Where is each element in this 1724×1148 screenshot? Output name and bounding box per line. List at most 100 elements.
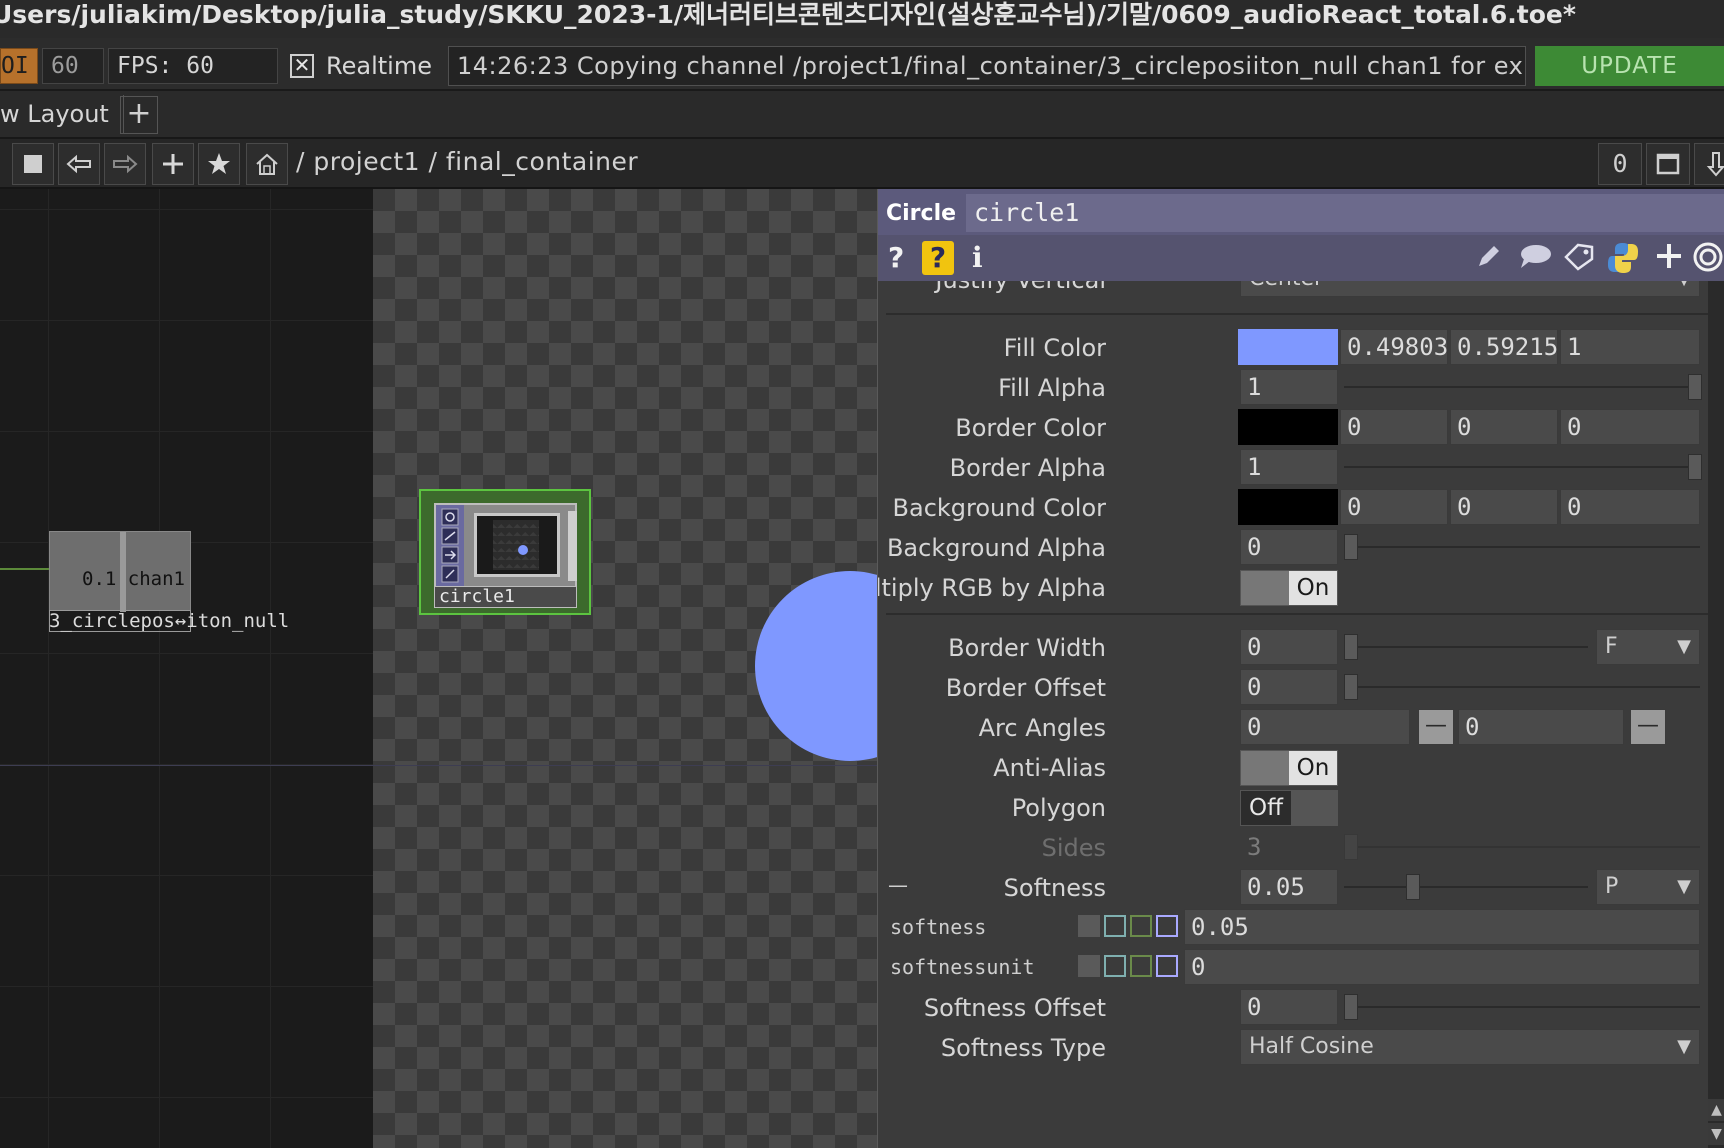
border-offset-slider-handle[interactable] bbox=[1344, 674, 1358, 700]
border-color-r[interactable]: 0 bbox=[1340, 409, 1448, 445]
border-alpha-slider[interactable] bbox=[1344, 466, 1700, 468]
background-color-r[interactable]: 0 bbox=[1340, 489, 1448, 525]
border-alpha-slider-handle[interactable] bbox=[1688, 454, 1702, 480]
softness-offset-slider-handle[interactable] bbox=[1344, 994, 1358, 1020]
param-label: Softness Type bbox=[940, 1034, 1106, 1062]
cook-rate-field[interactable]: 60 bbox=[42, 48, 104, 84]
background-color-swatch[interactable] bbox=[1238, 489, 1338, 525]
justify-vertical-menu[interactable]: Center ▼ bbox=[1240, 281, 1700, 297]
softnessunit-expression-field[interactable]: 0 bbox=[1184, 949, 1700, 985]
background-color-b[interactable]: 0 bbox=[1560, 489, 1700, 525]
param-label: Border Alpha bbox=[949, 454, 1106, 482]
constant-mode-icon[interactable] bbox=[1078, 955, 1100, 977]
border-color-swatch[interactable] bbox=[1238, 409, 1338, 445]
expr-row-softnessunit: softnessunit 0 bbox=[878, 949, 1708, 985]
null-node[interactable]: 0.1 chan1 bbox=[49, 531, 191, 612]
info-icon[interactable]: i bbox=[972, 241, 983, 275]
background-alpha-slider[interactable] bbox=[1344, 546, 1700, 548]
panel-scrollbar[interactable] bbox=[1708, 281, 1724, 1148]
tag-icon[interactable] bbox=[1562, 241, 1596, 275]
node-output-connector[interactable] bbox=[568, 511, 577, 581]
border-color-g[interactable]: 0 bbox=[1450, 409, 1558, 445]
circle-top-node[interactable]: circle1 bbox=[419, 489, 591, 615]
circle-node-name[interactable]: circle1 bbox=[434, 586, 577, 608]
download-arrow-icon[interactable] bbox=[1694, 143, 1724, 185]
update-button[interactable]: UPDATE bbox=[1535, 46, 1724, 86]
add-icon[interactable] bbox=[152, 143, 194, 185]
home-icon[interactable] bbox=[246, 143, 288, 185]
background-alpha-field[interactable]: 0 bbox=[1240, 529, 1338, 565]
border-alpha-field[interactable]: 1 bbox=[1240, 449, 1338, 485]
softness-slider-handle[interactable] bbox=[1406, 874, 1420, 900]
maximize-icon[interactable] bbox=[1646, 143, 1690, 185]
oi-indicator[interactable]: OI bbox=[0, 48, 38, 84]
expression-mode-icon[interactable] bbox=[1104, 955, 1126, 977]
circle-preview bbox=[755, 571, 877, 761]
param-label: Background Color bbox=[892, 494, 1106, 522]
export-mode-icon[interactable] bbox=[1130, 955, 1152, 977]
background-color-g[interactable]: 0 bbox=[1450, 489, 1558, 525]
realtime-checkbox[interactable]: ✕ bbox=[290, 54, 314, 78]
nav-value-field[interactable]: 0 bbox=[1598, 143, 1642, 185]
fill-color-g[interactable]: 0.59215 bbox=[1450, 329, 1558, 365]
fill-color-swatch[interactable] bbox=[1238, 329, 1338, 365]
layout-tab[interactable]: w Layout bbox=[0, 95, 124, 133]
export-mode-icon[interactable] bbox=[1130, 915, 1152, 937]
operator-help-icon[interactable]: ? bbox=[922, 241, 954, 275]
python-icon[interactable] bbox=[1606, 241, 1640, 275]
fill-alpha-slider-handle[interactable] bbox=[1688, 374, 1702, 400]
border-width-slider-handle[interactable] bbox=[1344, 634, 1358, 660]
comment-bubble-icon[interactable] bbox=[1518, 241, 1552, 275]
network-editor[interactable] bbox=[0, 189, 373, 1148]
constant-mode-icon[interactable] bbox=[1078, 915, 1100, 937]
menu-value: F bbox=[1605, 634, 1618, 659]
bind-mode-icon[interactable] bbox=[1156, 955, 1178, 977]
scroll-down-icon[interactable]: ▼ bbox=[1708, 1123, 1724, 1145]
null-node-name[interactable]: 3_circlepos↔iton_null bbox=[49, 610, 289, 632]
operator-name-field[interactable]: circle1 bbox=[966, 194, 1724, 232]
back-arrow-icon[interactable] bbox=[58, 143, 100, 185]
border-color-b[interactable]: 0 bbox=[1560, 409, 1700, 445]
polygon-toggle[interactable]: Off bbox=[1240, 790, 1338, 826]
arc-angle-end-field[interactable]: 0 bbox=[1458, 709, 1624, 745]
softness-type-menu[interactable]: Half Cosine ▼ bbox=[1240, 1029, 1700, 1065]
fill-alpha-slider[interactable] bbox=[1344, 386, 1700, 388]
scroll-up-icon[interactable]: ▲ bbox=[1708, 1099, 1724, 1121]
border-width-field[interactable]: 0 bbox=[1240, 629, 1338, 665]
arc-angle-start-button[interactable]: — bbox=[1418, 709, 1454, 745]
border-offset-field[interactable]: 0 bbox=[1240, 669, 1338, 705]
fill-alpha-field[interactable]: 1 bbox=[1240, 369, 1338, 405]
fill-color-r[interactable]: 0.49803 bbox=[1340, 329, 1448, 365]
add-icon[interactable] bbox=[1654, 241, 1684, 275]
edit-pencil-icon[interactable] bbox=[1474, 241, 1504, 275]
background-alpha-slider-handle[interactable] bbox=[1344, 534, 1358, 560]
softness-offset-slider[interactable] bbox=[1344, 1006, 1700, 1008]
expression-mode-icon[interactable] bbox=[1104, 915, 1126, 937]
bind-mode-icon[interactable] bbox=[1156, 915, 1178, 937]
breadcrumb[interactable]: / project1 / final_container bbox=[296, 147, 638, 176]
forward-arrow-icon[interactable] bbox=[104, 143, 146, 185]
arc-angle-end-button[interactable]: — bbox=[1630, 709, 1666, 745]
param-softness-offset: Softness Offset 0 bbox=[878, 989, 1708, 1025]
anti-alias-toggle[interactable]: On bbox=[1240, 750, 1338, 786]
collapse-expression-button[interactable]: — bbox=[888, 873, 908, 897]
help-icon[interactable]: ? bbox=[888, 241, 904, 275]
fill-color-b[interactable]: 1 bbox=[1560, 329, 1700, 365]
node-flag-icons[interactable] bbox=[436, 505, 464, 588]
arc-angle-start-field[interactable]: 0 bbox=[1240, 709, 1410, 745]
stop-icon[interactable] bbox=[12, 143, 54, 185]
star-icon[interactable] bbox=[198, 143, 240, 185]
add-layout-button[interactable]: + bbox=[120, 96, 158, 134]
softness-slider[interactable] bbox=[1344, 886, 1588, 888]
param-border-width: Border Width 0 F ▼ bbox=[878, 629, 1708, 665]
border-width-unit-menu[interactable]: F ▼ bbox=[1596, 629, 1700, 665]
parameter-list: Justify Vertical Center ▼ Fill Color 0.4… bbox=[878, 281, 1708, 1148]
softness-offset-field[interactable]: 0 bbox=[1240, 989, 1338, 1025]
border-offset-slider[interactable] bbox=[1344, 686, 1700, 688]
target-icon[interactable] bbox=[1692, 241, 1724, 275]
softness-unit-menu[interactable]: P ▼ bbox=[1596, 869, 1700, 905]
softness-expression-field[interactable]: 0.05 bbox=[1184, 909, 1700, 945]
premultiply-toggle[interactable]: On bbox=[1240, 570, 1338, 606]
softness-field[interactable]: 0.05 bbox=[1240, 869, 1338, 905]
border-width-slider[interactable] bbox=[1344, 646, 1588, 648]
